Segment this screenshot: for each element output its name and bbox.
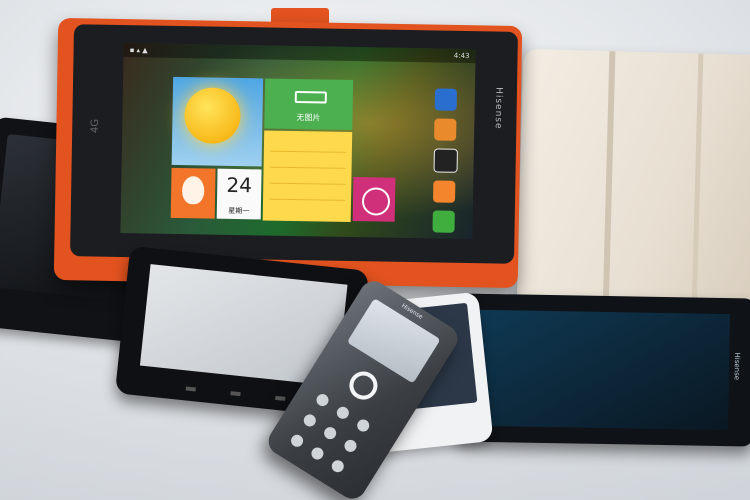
calendar-widget[interactable]: 24 星期一 <box>216 168 262 220</box>
sun-icon <box>183 87 241 145</box>
nav-ring-key <box>344 366 383 405</box>
leather-case-fold <box>691 53 704 316</box>
leather-case-fold <box>602 51 616 314</box>
contact-widget[interactable] <box>170 167 216 219</box>
calendar-weekday: 星期一 <box>228 206 250 216</box>
status-bar: ▪ ▴ ▲ 4:43 <box>123 43 476 64</box>
menu-key <box>275 395 286 401</box>
slim-phone-brand-logo: Hisense <box>733 352 742 381</box>
leather-tablet-case <box>510 48 750 330</box>
phone-icon[interactable] <box>432 210 455 233</box>
slim-phone-screen <box>466 309 730 431</box>
weather-widget[interactable] <box>171 76 264 167</box>
notification-icons: ▪ ▴ ▲ <box>129 46 148 55</box>
browser-icon[interactable] <box>434 88 457 111</box>
tablet-screen: ▪ ▴ ▲ 4:43 无图片 24 星期一 <box>120 43 476 240</box>
clock-icon <box>361 187 391 216</box>
note-line <box>269 182 346 185</box>
keypad-key <box>329 457 347 475</box>
note-line <box>269 166 346 169</box>
notes-widget[interactable] <box>262 130 353 223</box>
clock-widget[interactable] <box>352 177 396 222</box>
contacts-icon[interactable] <box>433 180 456 203</box>
keypad-key <box>334 404 352 422</box>
person-icon <box>181 176 205 205</box>
keypad-key <box>314 391 331 409</box>
back-key <box>185 386 196 392</box>
keypad-key <box>288 432 306 450</box>
keypad-key <box>301 412 319 429</box>
tablet-brand-logo: Hisense <box>492 87 504 130</box>
note-line <box>269 198 346 201</box>
tablet-device: 4G ▪ ▴ ▲ 4:43 无图片 24 星期一 Hisense <box>70 24 518 264</box>
calendar-date: 24 <box>226 172 253 198</box>
keypad-key <box>354 417 372 434</box>
note-line <box>269 150 346 153</box>
gallery-icon[interactable] <box>434 118 457 141</box>
photo-widget-label: 无图片 <box>296 113 321 123</box>
keypad-key <box>309 445 326 462</box>
app-dock <box>432 88 459 239</box>
home-key <box>230 391 241 397</box>
network-badge: 4G <box>89 118 101 134</box>
slim-black-phone: Hisense <box>453 293 750 447</box>
keypad-key <box>321 424 339 442</box>
image-icon <box>294 91 327 104</box>
status-time: 4:43 <box>453 51 470 61</box>
photo-widget[interactable]: 无图片 <box>264 78 354 131</box>
apps-grid-icon[interactable] <box>433 148 458 173</box>
keypad-key <box>342 437 359 455</box>
photo-scene: 4G ▪ ▴ ▲ 4:43 无图片 24 星期一 Hisense Hisense… <box>0 0 750 500</box>
